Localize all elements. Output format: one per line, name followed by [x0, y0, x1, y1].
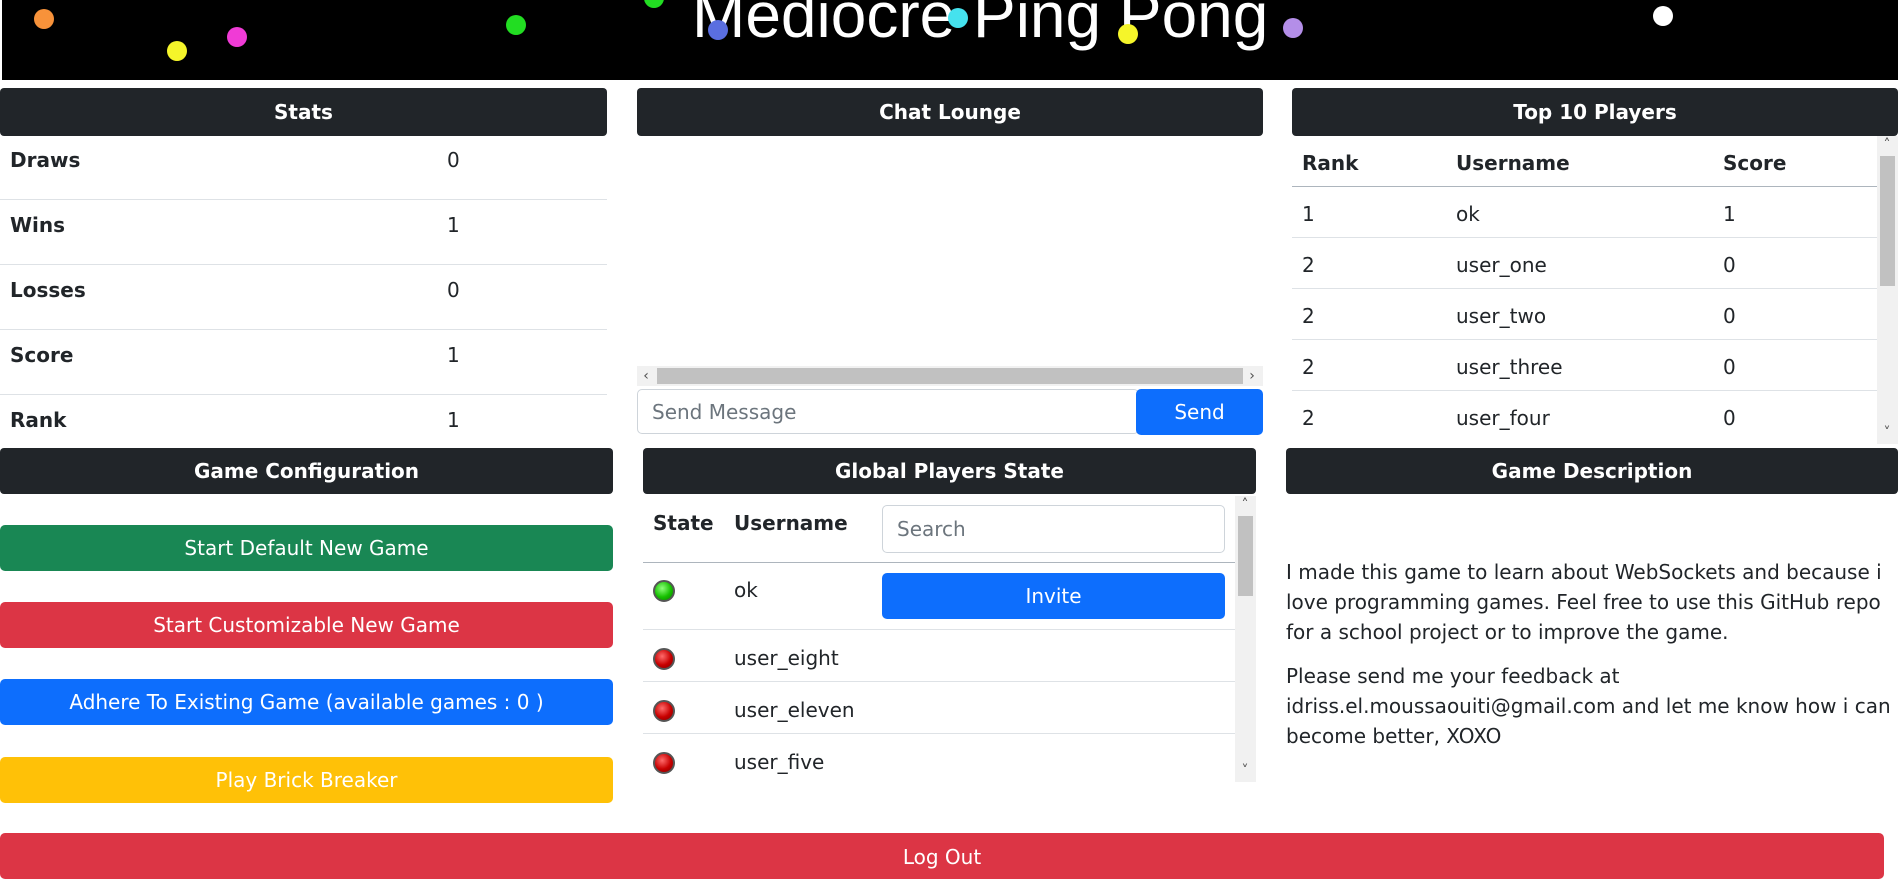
chat-input-placeholder: Send Message: [652, 399, 797, 424]
player-username: user_five: [734, 750, 825, 774]
start-customizable-game-button[interactable]: Start Customizable New Game: [0, 602, 613, 648]
online-status-icon: [653, 580, 675, 602]
rank-cell: 2: [1302, 355, 1315, 379]
game-config-header: Game Configuration: [0, 448, 613, 494]
ball-green: [506, 15, 526, 35]
chat-message-input[interactable]: Send Message: [637, 389, 1139, 434]
offline-status-icon: [653, 752, 675, 774]
col-score: Score: [1723, 151, 1787, 175]
ball-green-small: [644, 0, 664, 8]
stat-label: Losses: [10, 278, 86, 302]
stat-row-losses: Losses 0: [0, 264, 607, 330]
rank-cell: 1: [1302, 202, 1315, 226]
ball-orange: [34, 9, 54, 29]
ball-cyan: [948, 8, 968, 28]
username-cell: user_three: [1456, 355, 1563, 379]
divider: [643, 562, 1235, 563]
offline-status-icon: [653, 700, 675, 722]
play-brick-breaker-button[interactable]: Play Brick Breaker: [0, 757, 613, 803]
stat-label: Rank: [10, 408, 67, 432]
banner-title: Mediocre Ping Pong: [692, 0, 1269, 51]
ball-white: [1653, 6, 1673, 26]
stat-label: Draws: [10, 148, 81, 172]
description-paragraph: I made this game to learn about WebSocke…: [1286, 560, 1882, 644]
invite-button[interactable]: Invite: [882, 573, 1225, 619]
divider: [1292, 288, 1877, 289]
global-players-scroll-thumb[interactable]: [1238, 516, 1253, 596]
score-cell: 0: [1723, 355, 1736, 379]
score-cell: 0: [1723, 253, 1736, 277]
logout-button[interactable]: Log Out: [0, 833, 1884, 879]
chat-horizontal-scrollbar[interactable]: ‹ ›: [637, 366, 1263, 386]
player-username: ok: [734, 578, 758, 602]
username-cell: user_one: [1456, 253, 1547, 277]
ball-blue: [708, 20, 728, 40]
stat-value: 1: [447, 213, 460, 237]
divider: [643, 629, 1235, 630]
player-search-input[interactable]: Search: [882, 505, 1225, 553]
stat-value: 1: [447, 343, 460, 367]
col-rank: Rank: [1302, 151, 1359, 175]
offline-status-icon: [653, 648, 675, 670]
global-players-table: State Username Search ok Invite user_eig…: [643, 496, 1235, 782]
divider: [1292, 390, 1877, 391]
adhere-existing-game-button[interactable]: Adhere To Existing Game (available games…: [0, 679, 613, 725]
score-cell: 0: [1723, 406, 1736, 430]
col-username: Username: [734, 511, 848, 535]
ball-pink: [227, 27, 247, 47]
scroll-left-arrow-icon[interactable]: ‹: [639, 369, 653, 383]
stats-table: Draws 0 Wins 1 Losses 0 Score 1 Rank 1: [0, 134, 607, 444]
game-description-header: Game Description: [1286, 448, 1898, 494]
username-cell: user_two: [1456, 304, 1547, 328]
col-username: Username: [1456, 151, 1570, 175]
stat-label: Score: [10, 343, 74, 367]
rank-cell: 2: [1302, 304, 1315, 328]
divider: [1292, 339, 1877, 340]
divider: [643, 733, 1235, 734]
scroll-down-arrow-icon[interactable]: ˅: [1238, 764, 1252, 778]
rank-cell: 2: [1302, 406, 1315, 430]
player-username: user_eight: [734, 646, 839, 670]
stat-row-wins: Wins 1: [0, 199, 607, 265]
score-cell: 1: [1723, 202, 1736, 226]
stat-value: 0: [447, 278, 460, 302]
divider: [643, 681, 1235, 682]
scroll-up-arrow-icon[interactable]: ˄: [1880, 138, 1894, 152]
stat-value: 1: [447, 408, 460, 432]
start-default-game-button[interactable]: Start Default New Game: [0, 525, 613, 571]
divider: [1292, 237, 1877, 238]
banner: Mediocre Ping Pong: [2, 0, 1898, 80]
top-players-scroll-thumb[interactable]: [1880, 156, 1895, 286]
ball-yellow-2: [1118, 24, 1138, 44]
username-cell: ok: [1456, 202, 1480, 226]
chat-messages[interactable]: [637, 136, 1263, 366]
player-username: user_eleven: [734, 698, 855, 722]
global-players-scrollbar[interactable]: ˄ ˅: [1235, 496, 1256, 782]
global-players-header: Global Players State: [643, 448, 1256, 494]
rank-cell: 2: [1302, 253, 1315, 277]
score-cell: 0: [1723, 304, 1736, 328]
description-paragraph: Please send me your feedback at idriss.e…: [1286, 664, 1891, 748]
col-state: State: [653, 511, 714, 535]
stat-row-draws: Draws 0: [0, 134, 607, 200]
game-description-text: I made this game to learn about WebSocke…: [1286, 557, 1894, 765]
top-players-header: Top 10 Players: [1292, 88, 1898, 136]
ball-purple: [1283, 18, 1303, 38]
scroll-right-arrow-icon[interactable]: ›: [1245, 369, 1259, 383]
stat-label: Wins: [10, 213, 66, 237]
scroll-down-arrow-icon[interactable]: ˅: [1880, 426, 1894, 440]
username-cell: user_four: [1456, 406, 1550, 430]
chat-header: Chat Lounge: [637, 88, 1263, 136]
top-players-table: Rank Username Score 1 ok 1 2 user_one 0 …: [1292, 136, 1877, 444]
stat-row-score: Score 1: [0, 329, 607, 395]
scroll-up-arrow-icon[interactable]: ˄: [1238, 498, 1252, 512]
top-players-scrollbar[interactable]: ˄ ˅: [1877, 136, 1898, 444]
stat-value: 0: [447, 148, 460, 172]
divider: [1292, 186, 1877, 187]
ball-yellow: [167, 41, 187, 61]
send-button[interactable]: Send: [1136, 389, 1263, 435]
stats-header: Stats: [0, 88, 607, 136]
chat-scroll-thumb[interactable]: [657, 368, 1243, 384]
search-placeholder: Search: [897, 517, 966, 541]
